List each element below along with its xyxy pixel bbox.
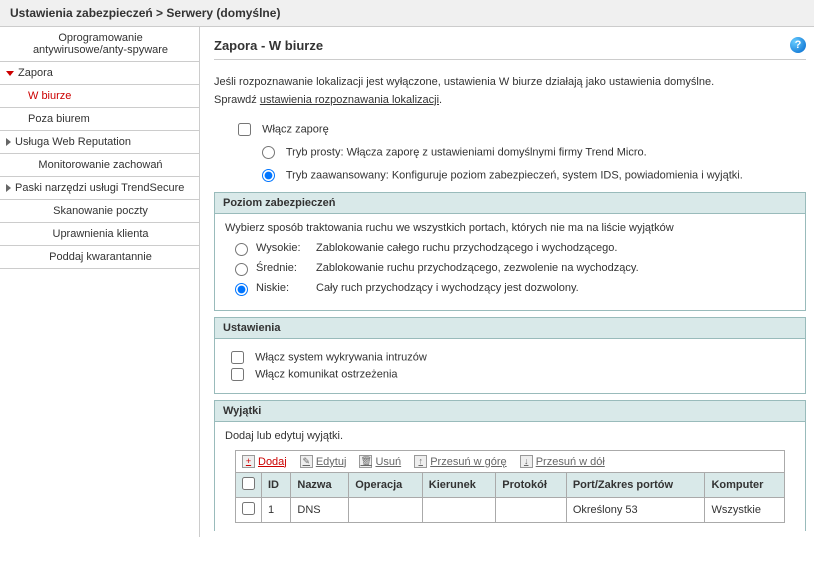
- pencil-icon: ✎: [300, 455, 313, 468]
- col-id: ID: [262, 473, 291, 498]
- intro-line1: Jeśli rozpoznawanie lokalizacji jest wył…: [214, 76, 714, 88]
- table-row[interactable]: 1 DNS Określony 53 Wszystkie: [236, 498, 785, 523]
- col-dir: Kierunek: [422, 473, 496, 498]
- arrow-down-icon: ↓: [520, 455, 533, 468]
- sidebar-item-web-reputation[interactable]: Usługa Web Reputation: [0, 131, 199, 154]
- sidebar: Oprogramowanie antywirusowe/anty-spyware…: [0, 27, 200, 537]
- intro-text: Jeśli rozpoznawanie lokalizacji jest wył…: [214, 74, 806, 109]
- move-up-label: Przesuń w górę: [430, 456, 506, 468]
- sec-high-radio[interactable]: [235, 243, 248, 256]
- main-content: Zapora - W biurze ? Jeśli rozpoznawanie …: [200, 27, 814, 537]
- trash-icon: 🗑: [359, 455, 372, 468]
- sidebar-item-antivirus[interactable]: Oprogramowanie antywirusowe/anty-spyware: [0, 27, 199, 62]
- col-name: Nazwa: [291, 473, 349, 498]
- security-level-desc: Wybierz sposób traktowania ruchu we wszy…: [225, 222, 795, 234]
- sidebar-item-trendsecure[interactable]: Paski narzędzi usługi TrendSecure: [0, 177, 199, 200]
- settings-header: Ustawienia: [215, 318, 805, 339]
- sidebar-item-label: Paski narzędzi usługi TrendSecure: [15, 182, 184, 194]
- exceptions-header: Wyjątki: [215, 401, 805, 422]
- cell-dir: [422, 498, 496, 523]
- col-proto: Protokół: [496, 473, 567, 498]
- exceptions-desc: Dodaj lub edytuj wyjątki.: [225, 430, 795, 442]
- cell-comp: Wszystkie: [705, 498, 785, 523]
- location-settings-link[interactable]: ustawienia rozpoznawania lokalizacji: [260, 94, 439, 106]
- move-up-button[interactable]: ↑Przesuń w górę: [414, 455, 506, 468]
- sec-medium-text: Zablokowanie ruchu przychodzącego, zezwo…: [316, 262, 795, 274]
- cell-op: [349, 498, 423, 523]
- sidebar-item-client-permissions[interactable]: Uprawnienia klienta: [0, 223, 199, 246]
- warn-checkbox[interactable]: [231, 368, 244, 381]
- col-comp: Komputer: [705, 473, 785, 498]
- exceptions-toolbar: +Dodaj ✎Edytuj 🗑Usuń ↑Przesuń w górę ↓P: [235, 450, 785, 473]
- chevron-right-icon: [6, 184, 11, 192]
- sidebar-item-label: Usługa Web Reputation: [15, 136, 131, 148]
- mode-simple-radio[interactable]: [262, 146, 275, 159]
- mode-advanced-label: Tryb zaawansowany: Konfiguruje poziom za…: [286, 170, 743, 182]
- col-op: Operacja: [349, 473, 423, 498]
- mode-simple-label: Tryb prosty: Włącza zaporę z ustawieniam…: [286, 147, 647, 159]
- cell-port: Określony 53: [566, 498, 705, 523]
- chevron-down-icon: [6, 71, 14, 76]
- sidebar-item-behavior[interactable]: Monitorowanie zachowań: [0, 154, 199, 177]
- sec-medium-label: Średnie:: [256, 262, 316, 274]
- delete-label: Usuń: [375, 456, 401, 468]
- exceptions-panel: Wyjątki Dodaj lub edytuj wyjątki. +Dodaj…: [214, 400, 806, 531]
- sidebar-item-label: Zapora: [18, 67, 53, 79]
- breadcrumb: Ustawienia zabezpieczeń > Serwery (domyś…: [0, 0, 814, 27]
- ids-label: Włącz system wykrywania intruzów: [255, 352, 427, 364]
- cell-id: 1: [262, 498, 291, 523]
- add-label: Dodaj: [258, 456, 287, 468]
- plus-icon: +: [242, 455, 255, 468]
- sidebar-item-mail-scan[interactable]: Skanowanie poczty: [0, 200, 199, 223]
- row-checkbox[interactable]: [242, 502, 255, 515]
- security-level-header: Poziom zabezpieczeń: [215, 193, 805, 214]
- col-port: Port/Zakres portów: [566, 473, 705, 498]
- sidebar-item-firewall[interactable]: Zapora: [0, 62, 199, 85]
- sec-low-text: Cały ruch przychodzący i wychodzący jest…: [316, 282, 795, 294]
- sec-medium-radio[interactable]: [235, 263, 248, 276]
- edit-button[interactable]: ✎Edytuj: [300, 455, 347, 468]
- intro-prefix: Sprawdź: [214, 94, 260, 106]
- help-icon[interactable]: ?: [790, 37, 806, 53]
- enable-firewall-checkbox[interactable]: [238, 123, 251, 136]
- mode-advanced-radio[interactable]: [262, 169, 275, 182]
- select-all-checkbox[interactable]: [242, 477, 255, 490]
- move-down-button[interactable]: ↓Przesuń w dół: [520, 455, 605, 468]
- delete-button[interactable]: 🗑Usuń: [359, 455, 401, 468]
- chevron-right-icon: [6, 138, 11, 146]
- sec-low-label: Niskie:: [256, 282, 316, 294]
- page-title: Zapora - W biurze: [214, 38, 323, 53]
- settings-panel: Ustawienia Włącz system wykrywania intru…: [214, 317, 806, 394]
- exceptions-table: ID Nazwa Operacja Kierunek Protokół Port…: [235, 472, 785, 523]
- edit-label: Edytuj: [316, 456, 347, 468]
- cell-name: DNS: [291, 498, 349, 523]
- sidebar-item-quarantine[interactable]: Poddaj kwarantannie: [0, 246, 199, 269]
- sidebar-sub-in-office[interactable]: W biurze: [0, 85, 199, 108]
- ids-checkbox[interactable]: [231, 351, 244, 364]
- arrow-up-icon: ↑: [414, 455, 427, 468]
- add-button[interactable]: +Dodaj: [242, 455, 287, 468]
- enable-firewall-label: Włącz zaporę: [262, 124, 329, 136]
- move-down-label: Przesuń w dół: [536, 456, 605, 468]
- sec-high-label: Wysokie:: [256, 242, 316, 254]
- sidebar-sub-out-of-office[interactable]: Poza biurem: [0, 108, 199, 131]
- sec-high-text: Zablokowanie całego ruchu przychodzącego…: [316, 242, 795, 254]
- warn-label: Włącz komunikat ostrzeżenia: [255, 369, 397, 381]
- cell-proto: [496, 498, 567, 523]
- sec-low-radio[interactable]: [235, 283, 248, 296]
- security-level-panel: Poziom zabezpieczeń Wybierz sposób trakt…: [214, 192, 806, 311]
